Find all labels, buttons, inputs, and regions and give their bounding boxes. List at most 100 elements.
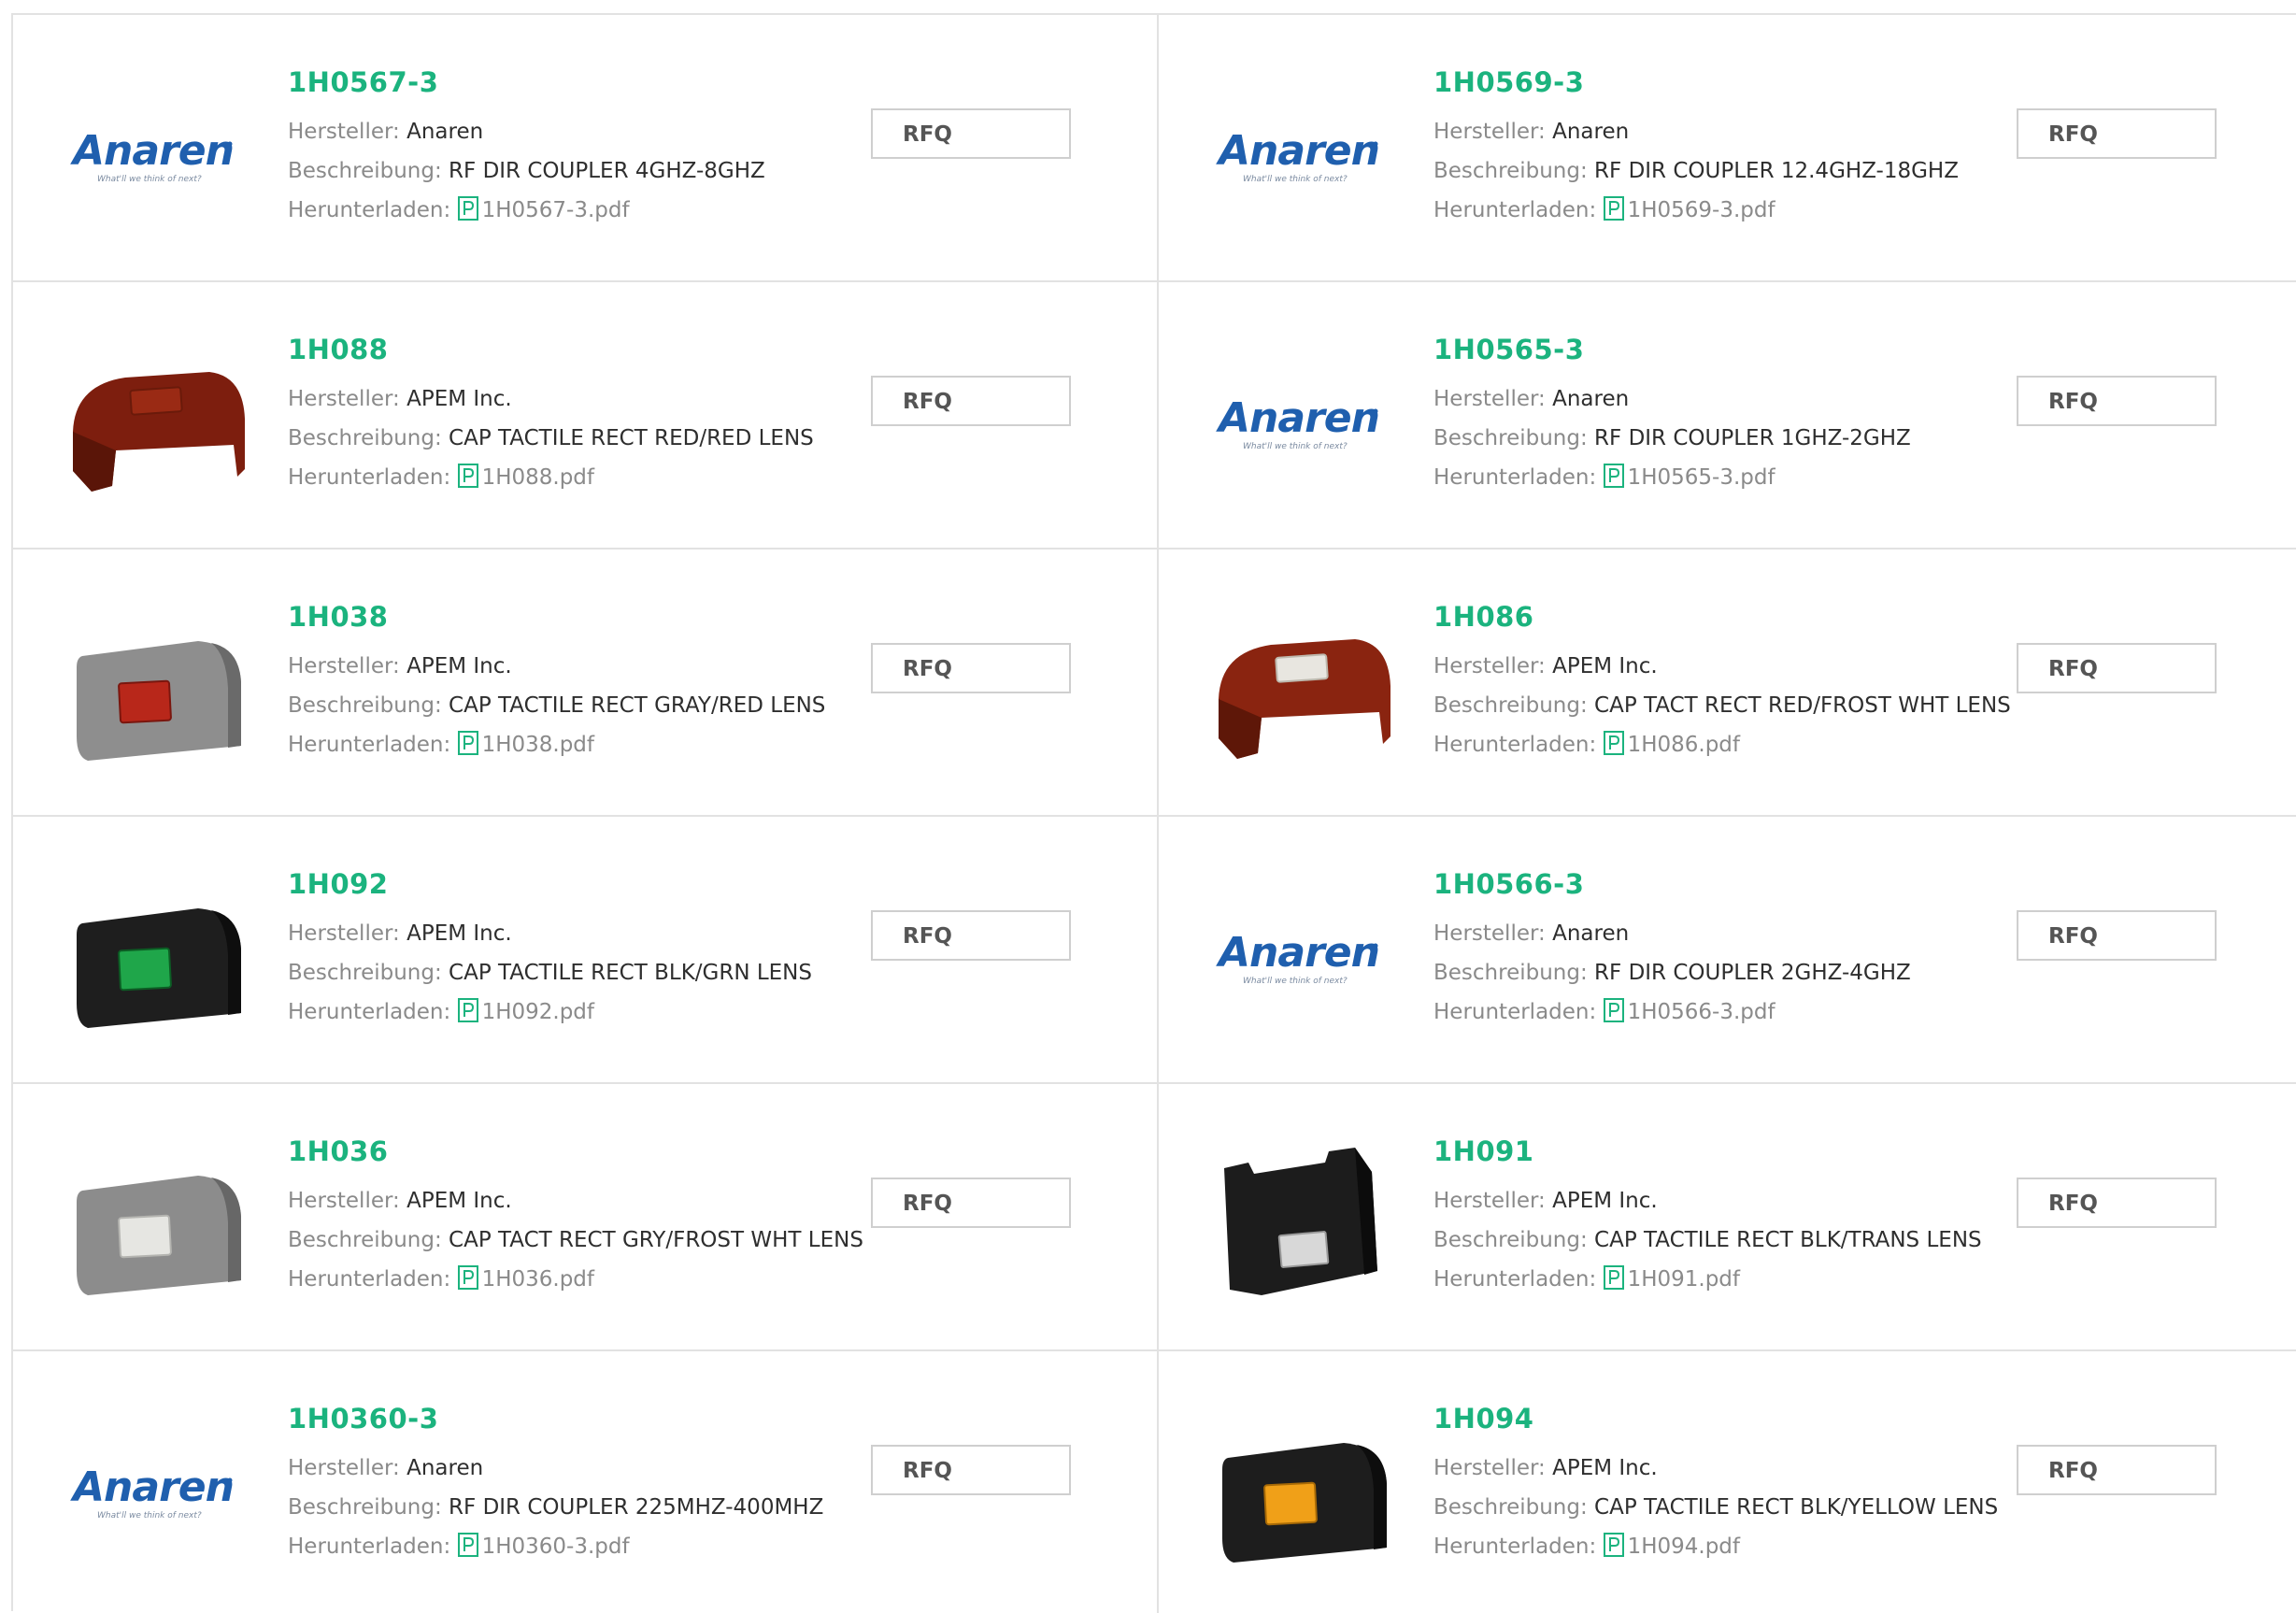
product-card: 1H094 Hersteller: APEM Inc. Beschreibung: …: [1159, 1351, 2296, 1613]
product-image[interactable]: [1205, 596, 1392, 783]
description-label: Beschreibung:: [1433, 961, 1588, 985]
pdf-icon[interactable]: [457, 998, 478, 1022]
anaren-logo[interactable]: Anaren What'll we think of next?: [60, 1398, 247, 1585]
datasheet-link[interactable]: 1H091.pdf: [1628, 1267, 1740, 1292]
datasheet-link[interactable]: 1H088.pdf: [482, 465, 594, 490]
part-number-link[interactable]: 1H086: [1433, 600, 1533, 634]
anaren-logo[interactable]: Anaren What'll we think of next?: [1205, 329, 1392, 516]
datasheet-link[interactable]: 1H086.pdf: [1628, 733, 1740, 757]
rfq-button[interactable]: RFQ: [871, 1178, 1071, 1228]
part-number-link[interactable]: 1H0565-3: [1433, 333, 1584, 366]
datasheet-link[interactable]: 1H0567-3.pdf: [482, 198, 630, 222]
part-number-link[interactable]: 1H0569-3: [1433, 65, 1584, 99]
svg-text:What'll we think of next?: What'll we think of next?: [1243, 442, 1348, 451]
rfq-button[interactable]: RFQ: [871, 376, 1071, 426]
manufacturer-label: Hersteller:: [288, 654, 400, 678]
product-image[interactable]: [60, 864, 247, 1050]
product-card: Anaren What'll we think of next? 1H0567-3 H…: [13, 15, 1159, 282]
part-number-link[interactable]: 1H088: [288, 333, 388, 366]
rfq-button[interactable]: RFQ: [871, 910, 1071, 961]
rfq-button[interactable]: RFQ: [2017, 108, 2217, 159]
part-number-link[interactable]: 1H092: [288, 867, 388, 901]
rfq-button[interactable]: RFQ: [2017, 376, 2217, 426]
part-number-link[interactable]: 1H036: [288, 1135, 388, 1168]
rfq-button[interactable]: RFQ: [2017, 643, 2217, 693]
rfq-button[interactable]: RFQ: [871, 108, 1071, 159]
description-label: Beschreibung:: [288, 159, 442, 183]
anaren-logo[interactable]: Anaren What'll we think of next?: [1205, 62, 1392, 249]
product-image[interactable]: [1205, 1131, 1392, 1318]
description-row: Beschreibung: CAP TACT RECT RED/FROST WH…: [1433, 686, 2011, 725]
product-image[interactable]: [60, 329, 247, 516]
product-info: 1H0567-3 Hersteller: Anaren Beschreibung: …: [288, 65, 849, 230]
manufacturer-label: Hersteller:: [1433, 120, 1546, 144]
pdf-icon[interactable]: [457, 1533, 478, 1557]
product-info: 1H0569-3 Hersteller: Anaren Beschreibung: …: [1433, 65, 1994, 230]
pdf-icon[interactable]: [1603, 196, 1624, 221]
manufacturer-row: Hersteller: APEM Inc.: [288, 379, 849, 419]
pdf-icon[interactable]: [457, 731, 478, 755]
download-row: Herunterladen: 1H0565-3.pdf: [1433, 458, 1994, 497]
part-number-link[interactable]: 1H0567-3: [288, 65, 438, 99]
part-number-link[interactable]: 1H094: [1433, 1402, 1533, 1435]
datasheet-link[interactable]: 1H0565-3.pdf: [1628, 465, 1775, 490]
description-value: RF DIR COUPLER 225MHZ-400MHZ: [449, 1495, 824, 1520]
svg-text:Anaren: Anaren: [1216, 394, 1379, 442]
part-number-link[interactable]: 1H038: [288, 600, 388, 634]
product-image[interactable]: [60, 1131, 247, 1318]
download-row: Herunterladen: 1H0567-3.pdf: [288, 191, 849, 230]
download-row: Herunterladen: 1H0360-3.pdf: [288, 1527, 849, 1566]
pdf-icon[interactable]: [1603, 1533, 1624, 1557]
product-info: 1H036 Hersteller: APEM Inc. Beschreibung: …: [288, 1135, 863, 1299]
datasheet-link[interactable]: 1H0569-3.pdf: [1628, 198, 1775, 222]
datasheet-link[interactable]: 1H0360-3.pdf: [482, 1534, 630, 1559]
description-label: Beschreibung:: [288, 1495, 442, 1520]
anaren-logo[interactable]: Anaren What'll we think of next?: [1205, 864, 1392, 1050]
part-number-link[interactable]: 1H0360-3: [288, 1402, 438, 1435]
manufacturer-row: Hersteller: Anaren: [1433, 112, 1994, 151]
manufacturer-label: Hersteller:: [1433, 654, 1546, 678]
part-number-link[interactable]: 1H091: [1433, 1135, 1533, 1168]
datasheet-link[interactable]: 1H092.pdf: [482, 1000, 594, 1024]
product-card: Anaren What'll we think of next? 1H0565-3 H…: [1159, 282, 2296, 550]
datasheet-link[interactable]: 1H0566-3.pdf: [1628, 1000, 1775, 1024]
description-row: Beschreibung: RF DIR COUPLER 12.4GHZ-18G…: [1433, 151, 1994, 191]
pdf-icon[interactable]: [457, 1265, 478, 1290]
manufacturer-value: Anaren: [406, 1456, 484, 1480]
product-card: 1H088 Hersteller: APEM Inc. Beschreibung: …: [13, 282, 1159, 550]
part-number-link[interactable]: 1H0566-3: [1433, 867, 1584, 901]
product-card: Anaren What'll we think of next? 1H0360-3 H…: [13, 1351, 1159, 1613]
manufacturer-value: APEM Inc.: [1552, 654, 1658, 678]
rfq-button[interactable]: RFQ: [2017, 1178, 2217, 1228]
svg-text:What'll we think of next?: What'll we think of next?: [1243, 175, 1348, 184]
description-label: Beschreibung:: [1433, 693, 1588, 718]
manufacturer-value: APEM Inc.: [406, 921, 512, 946]
pdf-icon[interactable]: [1603, 731, 1624, 755]
datasheet-link[interactable]: 1H094.pdf: [1628, 1534, 1740, 1559]
description-value: RF DIR COUPLER 4GHZ-8GHZ: [449, 159, 765, 183]
product-info: 1H091 Hersteller: APEM Inc. Beschreibung: …: [1433, 1135, 1994, 1299]
product-info: 1H086 Hersteller: APEM Inc. Beschreibung: …: [1433, 600, 2011, 764]
pdf-icon[interactable]: [1603, 1265, 1624, 1290]
rfq-button[interactable]: RFQ: [871, 643, 1071, 693]
pdf-icon[interactable]: [1603, 464, 1624, 488]
pdf-icon[interactable]: [457, 464, 478, 488]
rfq-button[interactable]: RFQ: [871, 1445, 1071, 1495]
manufacturer-row: Hersteller: Anaren: [288, 1449, 849, 1488]
manufacturer-row: Hersteller: APEM Inc.: [288, 1181, 849, 1220]
product-image[interactable]: [1205, 1398, 1392, 1585]
download-label: Herunterladen:: [288, 1534, 451, 1559]
rfq-button[interactable]: RFQ: [2017, 1445, 2217, 1495]
description-row: Beschreibung: CAP TACT RECT GRY/FROST WH…: [288, 1220, 863, 1260]
pdf-icon[interactable]: [1603, 998, 1624, 1022]
description-value: RF DIR COUPLER 2GHZ-4GHZ: [1594, 961, 1911, 985]
product-card: 1H086 Hersteller: APEM Inc. Beschreibung: …: [1159, 550, 2296, 817]
product-info: 1H094 Hersteller: APEM Inc. Beschreibung: …: [1433, 1402, 1998, 1566]
rfq-button[interactable]: RFQ: [2017, 910, 2217, 961]
datasheet-link[interactable]: 1H036.pdf: [482, 1267, 594, 1292]
product-image[interactable]: [60, 596, 247, 783]
manufacturer-row: Hersteller: Anaren: [1433, 379, 1994, 419]
datasheet-link[interactable]: 1H038.pdf: [482, 733, 594, 757]
pdf-icon[interactable]: [457, 196, 478, 221]
anaren-logo[interactable]: Anaren What'll we think of next?: [60, 62, 247, 249]
